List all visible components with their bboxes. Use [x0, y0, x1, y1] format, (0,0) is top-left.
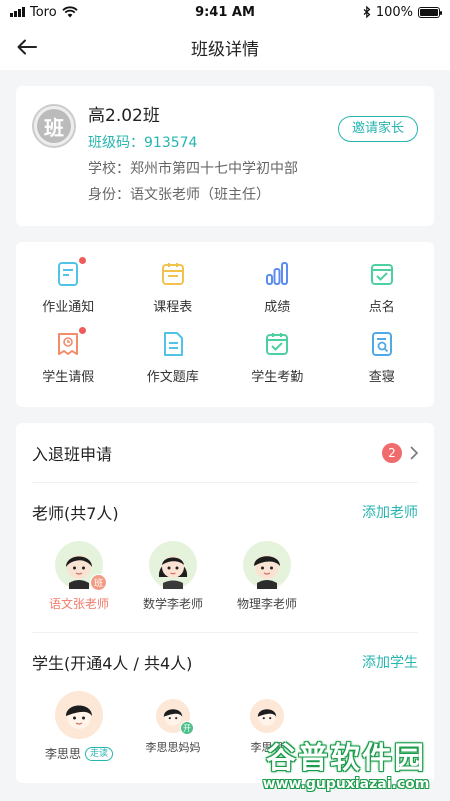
avatar [55, 691, 103, 739]
func-label: 作业通知 [42, 300, 95, 315]
activated-tag: 开 [180, 721, 194, 735]
students-header: 学生(开通4人 / 共4人) 添加学生 [32, 633, 418, 691]
avatar [149, 541, 197, 589]
status-right: 100% [363, 4, 442, 20]
avatar: 班 [55, 541, 107, 591]
func-essay-bank[interactable]: 作文题库 [121, 330, 226, 400]
func-label: 点名 [368, 300, 395, 315]
watermark-url: www.gupuxiazai.com [262, 776, 430, 792]
function-row: 学生请假 作文题库 学生考勤 查寝 [16, 327, 435, 400]
nav-bar: 班级详情 [0, 24, 450, 70]
teacher-item[interactable]: 班 语文张老师 [32, 541, 126, 632]
function-row: 作业通知 课程表 成绩 点名 [16, 257, 435, 330]
func-attendance[interactable]: 学生考勤 [225, 330, 330, 400]
homework-notice-icon [54, 257, 87, 288]
func-homework-notice[interactable]: 作业通知 [16, 257, 121, 330]
class-name: 高2.02班 [88, 106, 160, 126]
roll-call-icon [368, 260, 396, 288]
teachers-title: 老师(共7人) [32, 504, 119, 523]
student-item[interactable]: 李思思 走读 [32, 691, 126, 771]
notice-dot [79, 257, 87, 264]
function-grid: 作业通知 课程表 成绩 点名 学生请假 作文题库 学生考勤 查寝 [16, 242, 434, 407]
teacher-item[interactable]: 数学李老师 [126, 541, 220, 632]
battery-icon [418, 6, 442, 18]
bluetooth-icon [363, 6, 371, 18]
func-label: 学生考勤 [251, 370, 304, 385]
student-leave-icon [54, 327, 87, 358]
carrier-label: Toro [30, 4, 57, 20]
head-teacher-tag: 班 [90, 574, 107, 591]
func-timetable[interactable]: 课程表 [121, 260, 226, 330]
essay-bank-icon [159, 330, 187, 358]
signal-icon [10, 7, 25, 17]
student-name: 李思思 [44, 747, 81, 761]
back-arrow-icon [17, 39, 37, 55]
status-left: Toro [10, 5, 78, 20]
avatar [243, 541, 291, 589]
notice-dot [79, 327, 87, 334]
avatar: 开 [156, 699, 194, 735]
add-student-button[interactable]: 添加学生 [362, 652, 418, 672]
watermark-title: 谷普软件园 [266, 741, 426, 776]
func-grades[interactable]: 成绩 [225, 260, 330, 330]
avatar [250, 699, 284, 733]
func-roll-call[interactable]: 点名 [330, 260, 435, 330]
func-label: 成绩 [264, 300, 291, 315]
join-leave-requests-row[interactable]: 入退班申请 2 [32, 423, 418, 483]
func-label: 查寝 [368, 370, 395, 385]
class-info-card: 班 高2.02班 班级码：913574 学校：郑州市第四十七中学初中部 身份：语… [16, 86, 434, 226]
class-school: 学校：郑州市第四十七中学初中部 [88, 161, 298, 177]
func-label: 作文题库 [146, 370, 199, 385]
class-code-label: 班级码： [88, 135, 144, 151]
class-code-value: 913574 [144, 135, 198, 151]
class-code: 班级码：913574 [88, 132, 298, 154]
chevron-right-icon [410, 445, 418, 460]
page-title: 班级详情 [191, 39, 259, 60]
invite-parent-button[interactable]: 邀请家长 [337, 116, 418, 142]
func-label: 学生请假 [42, 370, 95, 385]
student-name: 李思思妈妈 [145, 741, 201, 754]
apply-right: 2 [382, 442, 418, 463]
func-dorm-check[interactable]: 查寝 [330, 330, 435, 400]
class-identity: 身份：语文张老师（班主任） [88, 187, 270, 203]
battery-percent: 100% [375, 4, 413, 20]
back-button[interactable] [14, 34, 40, 60]
teacher-name: 数学李老师 [142, 597, 203, 611]
members-card: 入退班申请 2 老师(共7人) 添加老师 班 语文张老师 数学李老师 物理李老师… [16, 423, 434, 783]
teacher-name: 语文张老师 [48, 597, 109, 611]
dorm-check-icon [368, 330, 396, 358]
teacher-list: 班 语文张老师 数学李老师 物理李老师 [32, 541, 418, 633]
teacher-item[interactable]: 物理李老师 [220, 541, 314, 632]
attendance-icon [263, 330, 291, 358]
func-label: 课程表 [153, 300, 193, 315]
day-student-tag: 走读 [85, 746, 114, 761]
teachers-header: 老师(共7人) 添加老师 [32, 483, 418, 541]
timetable-icon [159, 260, 187, 288]
wifi-icon [62, 6, 78, 18]
class-info: 高2.02班 班级码：913574 学校：郑州市第四十七中学初中部 身份：语文张… [88, 104, 298, 208]
join-leave-title: 入退班申请 [32, 444, 113, 464]
watermark: 谷普软件园 www.gupuxiazai.com [246, 737, 446, 797]
teacher-name: 物理李老师 [236, 597, 297, 611]
class-avatar-char: 班 [37, 109, 71, 143]
grades-bar-icon [263, 260, 291, 288]
func-student-leave[interactable]: 学生请假 [16, 327, 121, 400]
status-bar: Toro 9:41 AM 100% [0, 0, 450, 24]
student-name-line: 李思思 走读 [44, 745, 114, 762]
class-avatar: 班 [32, 104, 76, 148]
students-title: 学生(开通4人 / 共4人) [32, 654, 193, 673]
student-item[interactable]: 开 李思思妈妈 [126, 691, 220, 771]
request-count-badge: 2 [382, 442, 402, 463]
add-teacher-button[interactable]: 添加老师 [362, 502, 418, 522]
